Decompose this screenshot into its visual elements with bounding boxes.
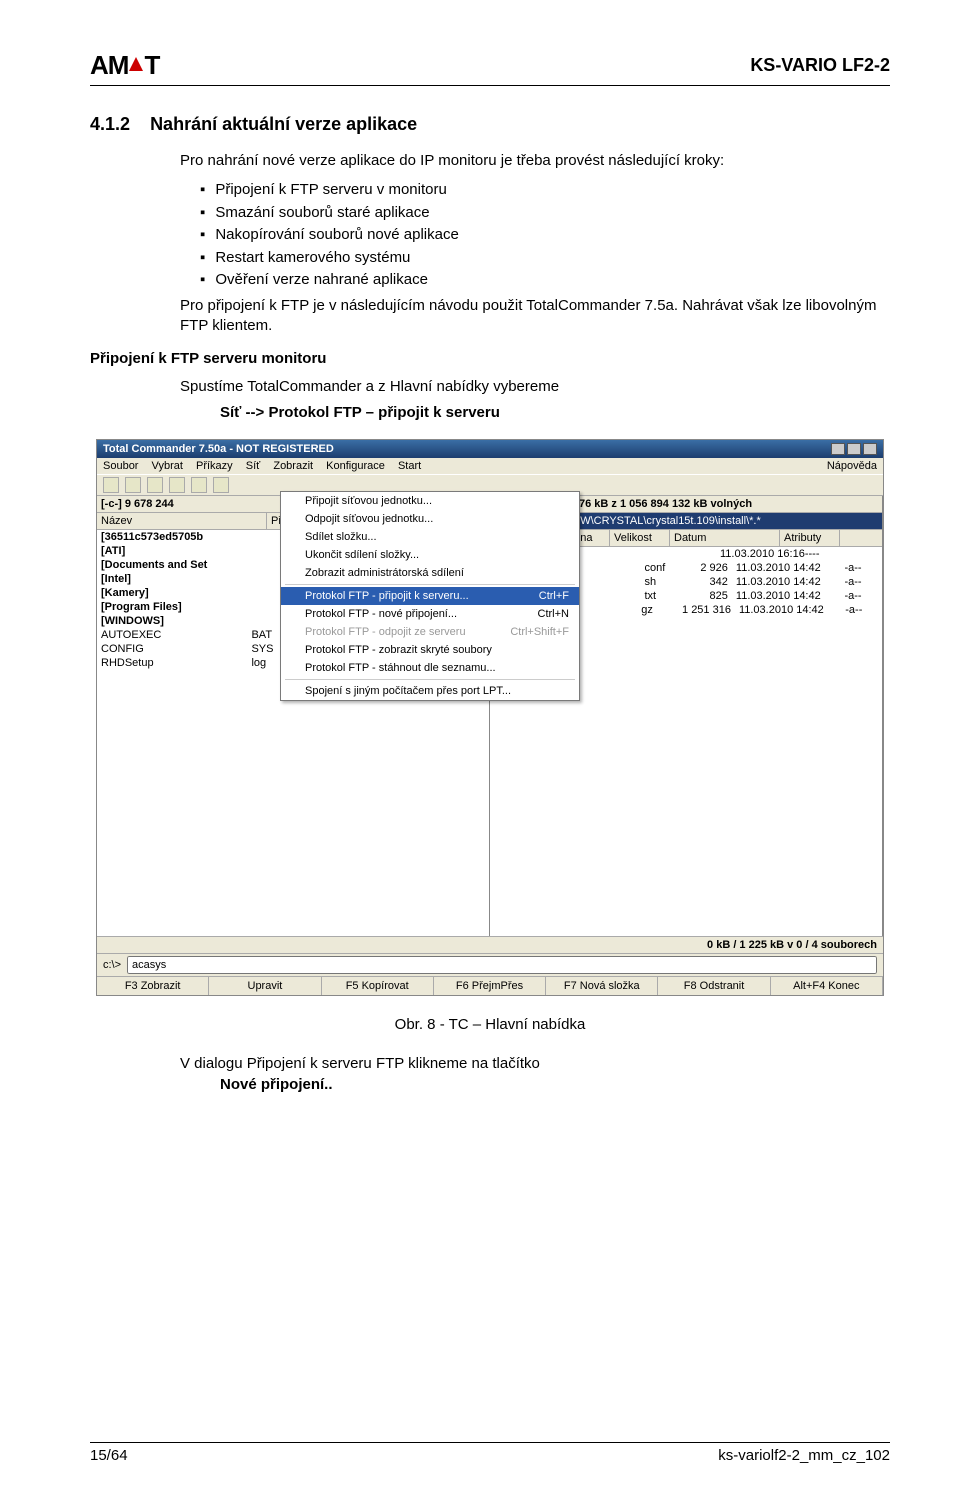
context-menu-item[interactable]: Protokol FTP - zobrazit skryté soubory: [281, 641, 579, 659]
col-name[interactable]: Název: [97, 513, 267, 529]
context-menu: Připojit síťovou jednotku...Odpojit síťo…: [280, 491, 580, 701]
fkey-button[interactable]: F7 Nová složka: [546, 977, 658, 995]
window-buttons: [831, 443, 877, 455]
figure-caption: Obr. 8 - TC – Hlavní nabídka: [90, 1016, 890, 1033]
minimize-button[interactable]: [831, 443, 845, 455]
page-footer: 15/64 ks-variolf2-2_mm_cz_102: [90, 1442, 890, 1464]
intro-text: Pro nahrání nové verze aplikace do IP mo…: [180, 151, 890, 171]
menu-item[interactable]: Příkazy: [196, 460, 233, 472]
section-title: Nahrání aktuální verze aplikace: [150, 114, 417, 134]
logo: AM T: [90, 50, 159, 81]
context-menu-item[interactable]: Sdílet složku...: [281, 528, 579, 546]
context-menu-item[interactable]: Ukončit sdílení složky...: [281, 546, 579, 564]
menu-item[interactable]: Síť: [246, 460, 261, 472]
toolbar-icon[interactable]: [213, 477, 229, 493]
col[interactable]: Atributy: [780, 530, 840, 546]
function-key-bar: F3 Zobrazit Upravit F5 Kopírovat F6 Přej…: [97, 976, 883, 995]
menu-item[interactable]: Konfigurace: [326, 460, 385, 472]
fkey-button[interactable]: Upravit: [209, 977, 321, 995]
page-header: AM T KS-VARIO LF2-2: [90, 50, 890, 86]
prompt-input[interactable]: [127, 956, 877, 974]
context-menu-item[interactable]: Spojení s jiným počítačem přes port LPT.…: [281, 682, 579, 700]
logo-part-a: AM: [90, 50, 128, 81]
menu-path: Síť --> Protokol FTP – připojit k server…: [220, 404, 890, 421]
fkey-button[interactable]: F3 Zobrazit: [97, 977, 209, 995]
fkey-button[interactable]: F5 Kopírovat: [322, 977, 434, 995]
menu-item[interactable]: Start: [398, 460, 421, 472]
context-menu-item[interactable]: Odpojit síťovou jednotku...: [281, 510, 579, 528]
context-menu-item[interactable]: Připojit síťovou jednotku...: [281, 492, 579, 510]
toolbar-icon[interactable]: [147, 477, 163, 493]
body-line: Spustíme TotalCommander a z Hlavní nabíd…: [180, 377, 890, 397]
close-button[interactable]: [863, 443, 877, 455]
fkey-button[interactable]: F6 PřejmPřes: [434, 977, 546, 995]
bullet-item: Ověření verze nahrané aplikace: [200, 269, 890, 292]
context-menu-item[interactable]: Zobrazit administrátorská sdílení: [281, 564, 579, 582]
menu-separator: [285, 679, 575, 680]
bullet-item: Nakopírování souborů nové aplikace: [200, 224, 890, 247]
closing-text: V dialogu Připojení k serveru FTP klikne…: [180, 1055, 890, 1072]
context-menu-item[interactable]: Protokol FTP - nové připojení...Ctrl+N: [281, 605, 579, 623]
bullet-item: Připojení k FTP serveru v monitoru: [200, 179, 890, 202]
closing-bold: Nové připojení..: [220, 1076, 890, 1093]
section-heading: 4.1.2 Nahrání aktuální verze aplikace: [90, 114, 890, 135]
status-bar: 0 kB / 1 225 kB v 0 / 4 souborech: [97, 936, 883, 953]
doc-code: ks-variolf2-2_mm_cz_102: [718, 1447, 890, 1464]
toolbar-icon[interactable]: [103, 477, 119, 493]
col[interactable]: Velikost: [610, 530, 670, 546]
toolbar-icon[interactable]: [169, 477, 185, 493]
doc-id: KS-VARIO LF2-2: [750, 55, 890, 76]
menu-separator: [285, 584, 575, 585]
window-title: Total Commander 7.50a - NOT REGISTERED: [103, 443, 334, 455]
maximize-button[interactable]: [847, 443, 861, 455]
bullet-item: Smazání souborů staré aplikace: [200, 202, 890, 225]
page-number: 15/64: [90, 1447, 128, 1464]
col[interactable]: Datum: [670, 530, 780, 546]
bullet-item: Restart kamerového systému: [200, 247, 890, 270]
logo-triangle-icon: [129, 57, 143, 71]
bullet-list: Připojení k FTP serveru v monitoru Smazá…: [200, 179, 890, 292]
command-prompt: c:\>: [97, 953, 883, 976]
titlebar[interactable]: Total Commander 7.50a - NOT REGISTERED: [97, 440, 883, 458]
toolbar-icon[interactable]: [125, 477, 141, 493]
menu-help[interactable]: Nápověda: [827, 460, 877, 472]
context-menu-item: Protokol FTP - odpojit ze serveruCtrl+Sh…: [281, 623, 579, 641]
menu-item[interactable]: Soubor: [103, 460, 138, 472]
menu-bar: Soubor Vybrat Příkazy Síť Zobrazit Konfi…: [97, 458, 883, 474]
toolbar-icon[interactable]: [191, 477, 207, 493]
section-number: 4.1.2: [90, 114, 130, 134]
fkey-button[interactable]: F8 Odstranit: [658, 977, 770, 995]
menu-item[interactable]: Vybrat: [152, 460, 183, 472]
context-menu-item[interactable]: Protokol FTP - připojit k serveru...Ctrl…: [281, 587, 579, 605]
after-bullets-text: Pro připojení k FTP je v následujícím ná…: [180, 296, 890, 337]
context-menu-item[interactable]: Protokol FTP - stáhnout dle seznamu...: [281, 659, 579, 677]
prompt-label: c:\>: [103, 959, 121, 971]
subheading: Připojení k FTP serveru monitoru: [90, 350, 890, 367]
fkey-button[interactable]: Alt+F4 Konec: [771, 977, 883, 995]
logo-part-b: T: [144, 50, 159, 81]
menu-item[interactable]: Zobrazit: [273, 460, 313, 472]
